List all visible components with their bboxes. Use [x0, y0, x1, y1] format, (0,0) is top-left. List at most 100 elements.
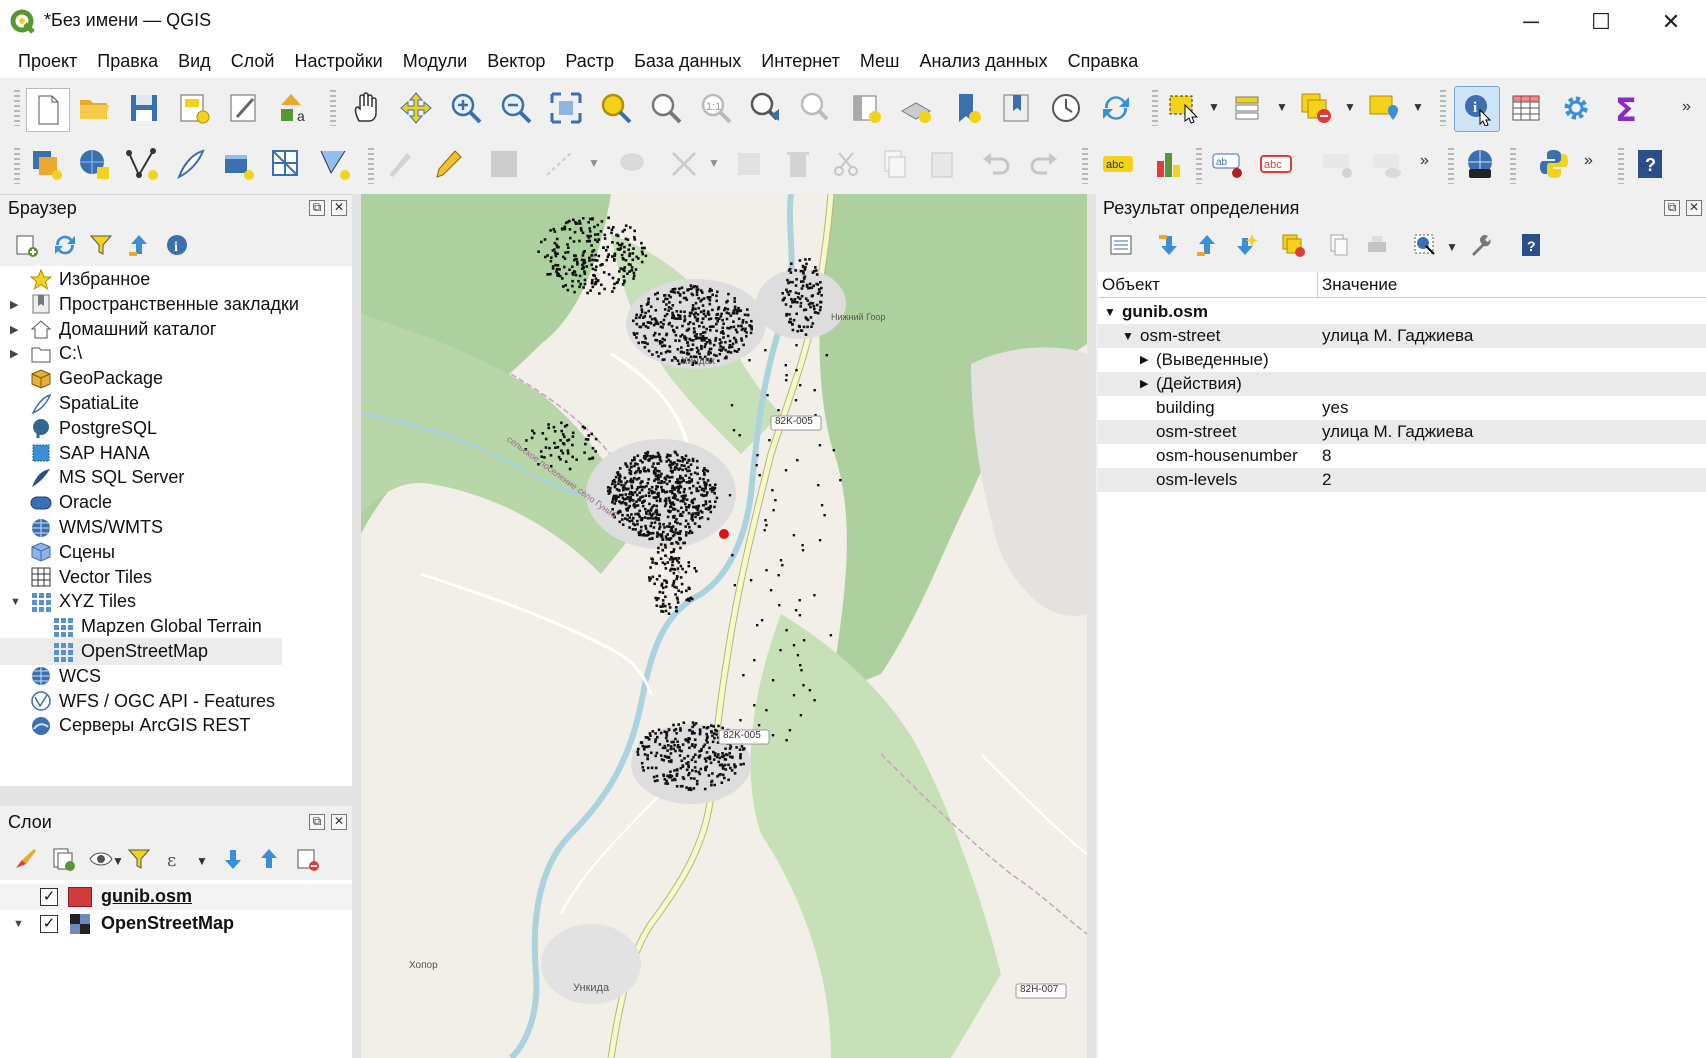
- panel-splitter[interactable]: [0, 786, 352, 806]
- toolbar-grip[interactable]: [1448, 148, 1454, 184]
- new-vertex-layer-icon[interactable]: [122, 144, 162, 184]
- add-selected-layers-icon[interactable]: [14, 232, 40, 258]
- vertex-tool-icon[interactable]: [612, 144, 652, 184]
- collapse-arrow-icon[interactable]: ▼: [10, 596, 21, 608]
- expand-all-icon[interactable]: [1156, 232, 1182, 258]
- expand-arrow-icon[interactable]: ▶: [1140, 348, 1148, 372]
- menu-vector[interactable]: Вектор: [477, 44, 555, 78]
- browser-item[interactable]: Vector Tiles: [0, 564, 352, 591]
- new-print-layout-icon[interactable]: [174, 88, 214, 128]
- temporary-layer-icon[interactable]: [314, 144, 354, 184]
- layer-visibility-checkbox[interactable]: ✓: [40, 915, 58, 933]
- quickmapservices-globe-icon[interactable]: [1460, 144, 1500, 184]
- save-project-icon[interactable]: [124, 88, 164, 128]
- cut-icon[interactable]: [826, 144, 866, 184]
- style-layer-icon[interactable]: [12, 846, 38, 872]
- collapse-all-icon[interactable]: [1194, 232, 1220, 258]
- result-feature-row[interactable]: ▼ osm-street улица М. Гаджиева: [1098, 324, 1706, 348]
- browser-item[interactable]: Серверы ArcGIS REST: [0, 712, 352, 739]
- browser-item[interactable]: Избранное: [0, 266, 352, 293]
- new-project-icon[interactable]: [26, 88, 70, 132]
- toolbar-grip[interactable]: [1510, 148, 1516, 184]
- refresh-icon[interactable]: [52, 232, 78, 258]
- panel-splitter[interactable]: [1087, 194, 1096, 1058]
- redo-icon[interactable]: [1024, 144, 1064, 184]
- menu-mesh[interactable]: Меш: [850, 44, 910, 78]
- chevron-down-icon[interactable]: ▼: [112, 854, 124, 868]
- pin-labels-icon[interactable]: ab: [1208, 144, 1248, 184]
- browser-item[interactable]: WCS: [0, 663, 352, 690]
- change-label-icon[interactable]: [1368, 144, 1408, 184]
- chevron-down-icon[interactable]: ▼: [708, 156, 720, 170]
- expand-tree-icon[interactable]: [1108, 232, 1134, 258]
- select-by-location-icon[interactable]: [1364, 88, 1404, 128]
- copy-icon[interactable]: [874, 144, 914, 184]
- browser-item[interactable]: OpenStreetMap: [0, 638, 282, 665]
- browser-item[interactable]: Oracle: [0, 489, 352, 516]
- float-panel-button[interactable]: ⧉: [309, 200, 325, 216]
- digitize-icon[interactable]: [540, 144, 580, 184]
- mesh-layer-icon[interactable]: [266, 144, 306, 184]
- menu-edit[interactable]: Правка: [87, 44, 168, 78]
- float-panel-button[interactable]: ⧉: [1664, 200, 1680, 216]
- map-canvas[interactable]: 82K-005 82K-005 82Н-007 Хопор Ункида Хин…: [361, 194, 1087, 1058]
- statistics-sigma-icon[interactable]: Σ: [1606, 88, 1646, 128]
- chevron-down-icon[interactable]: ▼: [1412, 100, 1424, 114]
- browser-item[interactable]: Сцены: [0, 539, 352, 566]
- help-contents-icon[interactable]: ?: [1630, 144, 1670, 184]
- zoom-full-icon[interactable]: [546, 88, 586, 128]
- save-edits-icon[interactable]: [484, 144, 524, 184]
- data-source-manager-icon[interactable]: [26, 144, 66, 184]
- browser-item[interactable]: WMS/WMTS: [0, 514, 352, 541]
- browser-item[interactable]: ▶ C:\: [0, 340, 352, 367]
- new-map-view-icon[interactable]: [846, 88, 886, 128]
- float-panel-button[interactable]: ⧉: [309, 814, 325, 830]
- multi-edit-icon[interactable]: [664, 144, 704, 184]
- close-panel-button[interactable]: ✕: [331, 200, 347, 216]
- zoom-out-icon[interactable]: [496, 88, 536, 128]
- attribute-selection-icon[interactable]: [1228, 88, 1268, 128]
- chevron-down-icon[interactable]: ▼: [588, 156, 600, 170]
- modify-attributes-icon[interactable]: [730, 144, 770, 184]
- zoom-in-icon[interactable]: [446, 88, 486, 128]
- virtual-layer-icon[interactable]: [218, 144, 258, 184]
- identify-mode-icon[interactable]: [1412, 232, 1438, 258]
- toolbar-grip[interactable]: [368, 148, 374, 184]
- collapse-all-icon[interactable]: [256, 846, 282, 872]
- style-manager-icon[interactable]: a: [274, 88, 314, 128]
- toolbar-grip[interactable]: [330, 90, 336, 126]
- delete-selected-icon[interactable]: [778, 144, 818, 184]
- toolbar-overflow-icon[interactable]: »: [1682, 98, 1691, 116]
- toolbar-overflow-icon[interactable]: »: [1584, 152, 1593, 170]
- move-label-icon[interactable]: [1318, 144, 1358, 184]
- toolbar-grip[interactable]: [1440, 90, 1446, 126]
- attribute-row[interactable]: osm-housenumber 8: [1098, 444, 1706, 468]
- layer-visibility-checkbox[interactable]: ✓: [40, 888, 58, 906]
- filter-legend-icon[interactable]: [126, 846, 152, 872]
- add-wms-layer-icon[interactable]: [74, 144, 114, 184]
- paste-icon[interactable]: [922, 144, 962, 184]
- close-button[interactable]: ✕: [1636, 0, 1706, 44]
- toolbar-grip[interactable]: [1082, 148, 1088, 184]
- layout-manager-icon[interactable]: [224, 88, 264, 128]
- layer-labeling-icon[interactable]: abc: [1098, 144, 1138, 184]
- filter-expression-icon[interactable]: ε: [164, 846, 190, 872]
- undo-icon[interactable]: [976, 144, 1016, 184]
- help-icon[interactable]: ?: [1518, 232, 1544, 258]
- add-group-icon[interactable]: [50, 846, 76, 872]
- expand-all-icon[interactable]: [220, 846, 246, 872]
- menu-processing[interactable]: Анализ данных: [910, 44, 1058, 78]
- panel-splitter[interactable]: [352, 194, 361, 1058]
- refresh-icon[interactable]: [1096, 88, 1136, 128]
- spatialite-layer-icon[interactable]: [170, 144, 210, 184]
- attribute-table-icon[interactable]: [1506, 88, 1546, 128]
- expand-arrow-icon[interactable]: ▶: [1140, 372, 1148, 396]
- print-icon[interactable]: [1364, 232, 1390, 258]
- show-hide-labels-icon[interactable]: abc: [1256, 144, 1296, 184]
- browser-item[interactable]: WFS / OGC API - Features: [0, 688, 352, 715]
- browser-item[interactable]: Mapzen Global Terrain: [0, 613, 352, 640]
- toolbar-grip[interactable]: [14, 90, 20, 126]
- browser-item[interactable]: SpatiaLite: [0, 390, 352, 417]
- select-features-icon[interactable]: [1164, 88, 1204, 128]
- temporal-controller-icon[interactable]: [1046, 88, 1086, 128]
